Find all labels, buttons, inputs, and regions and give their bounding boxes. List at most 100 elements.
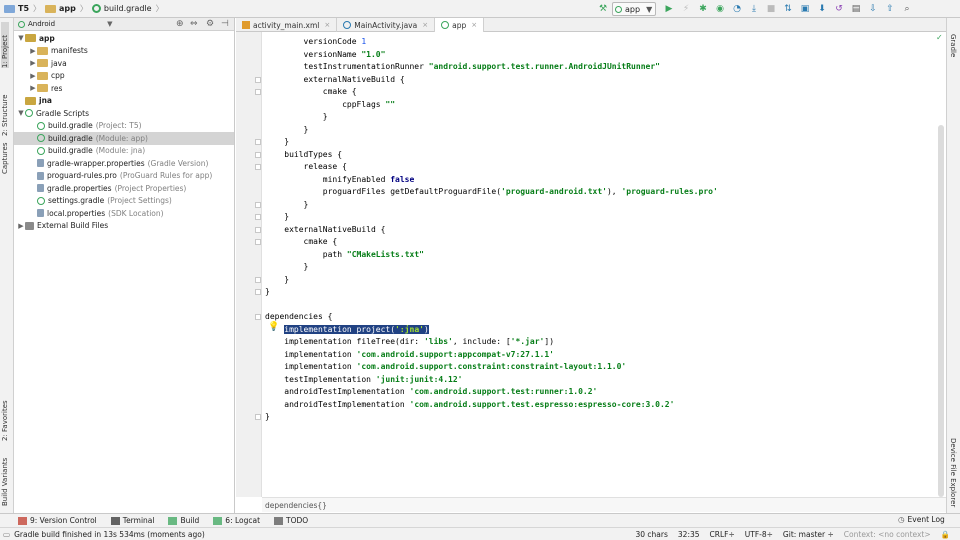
avd-manager-icon[interactable]: ▣ bbox=[798, 2, 812, 16]
layout-inspector-icon[interactable]: ▤ bbox=[849, 2, 863, 16]
tool-tab-captures[interactable]: Captures bbox=[1, 136, 9, 174]
status-context[interactable]: Context: <no context> bbox=[844, 530, 931, 539]
fold-marker[interactable] bbox=[255, 76, 261, 83]
editor-tab[interactable]: MainActivity.java × bbox=[337, 18, 436, 32]
fold-marker[interactable] bbox=[255, 201, 261, 208]
expand-arrow-icon[interactable]: ▶ bbox=[29, 47, 37, 55]
tree-item-label: manifests bbox=[51, 46, 88, 56]
tree-item[interactable]: build.gradle (Module: jna) bbox=[14, 145, 234, 158]
scroll-from-source-icon[interactable]: ⊕ bbox=[176, 19, 184, 29]
expand-arrow-icon[interactable]: ▶ bbox=[29, 59, 37, 67]
search-icon[interactable]: ⌕ bbox=[900, 2, 914, 16]
status-encoding[interactable]: UTF-8÷ bbox=[745, 530, 773, 539]
fold-marker[interactable] bbox=[255, 151, 261, 158]
tool-window-button[interactable]: TODO bbox=[274, 516, 308, 525]
tree-item[interactable]: ▶ res bbox=[14, 82, 234, 95]
run-icon[interactable]: ▶ bbox=[662, 2, 676, 16]
tree-item[interactable]: local.properties (SDK Location) bbox=[14, 207, 234, 220]
editor-scrollbar[interactable] bbox=[938, 125, 944, 497]
debug-icon[interactable]: ✱ bbox=[696, 2, 710, 16]
event-log-button[interactable]: ◷ Event Log bbox=[898, 515, 945, 524]
tree-item[interactable]: jna bbox=[14, 95, 234, 108]
fold-marker[interactable] bbox=[255, 414, 261, 420]
tree-item[interactable]: ▶ cpp bbox=[14, 70, 234, 83]
tree-item[interactable]: gradle.properties (Project Properties) bbox=[14, 182, 234, 195]
tool-window-button[interactable]: 9: Version Control bbox=[18, 516, 97, 525]
gear-icon[interactable]: ⚙ bbox=[206, 19, 214, 29]
gradle-icon bbox=[441, 21, 450, 29]
profile-icon[interactable]: ◔ bbox=[730, 2, 744, 16]
tool-window-icon bbox=[110, 516, 120, 525]
run-config-select[interactable]: app ▼ bbox=[612, 2, 656, 16]
tree-item[interactable]: proguard-rules.pro (ProGuard Rules for ap… bbox=[14, 170, 234, 183]
close-tab-icon[interactable]: × bbox=[471, 21, 477, 29]
tree-item[interactable]: ▼ Gradle Scripts bbox=[14, 107, 234, 120]
fold-marker[interactable] bbox=[255, 164, 261, 170]
sync-gradle-icon[interactable]: ⇅ bbox=[781, 2, 795, 16]
tree-item[interactable]: build.gradle (Project: T5) bbox=[14, 120, 234, 133]
close-tab-icon[interactable]: × bbox=[324, 21, 330, 29]
close-tab-icon[interactable]: × bbox=[422, 21, 428, 29]
hide-panel-icon[interactable]: ⊣ bbox=[221, 19, 229, 29]
tree-item[interactable]: gradle-wrapper.properties (Gradle Version… bbox=[14, 157, 234, 170]
stop-icon[interactable]: ■ bbox=[764, 2, 778, 16]
tree-item[interactable]: ▶ java bbox=[14, 57, 234, 70]
tool-tab-favorites[interactable]: 2: Favorites bbox=[1, 393, 9, 441]
nav-crumb-project[interactable]: T5 〉 bbox=[4, 3, 41, 14]
view-dropdown-icon[interactable]: ▼ bbox=[107, 20, 112, 28]
nav-crumb-module[interactable]: app 〉 bbox=[45, 3, 88, 14]
expand-arrow-icon[interactable]: ▶ bbox=[29, 84, 37, 92]
sdk-manager-icon[interactable]: ⬇ bbox=[815, 2, 829, 16]
status-message[interactable]: Gradle build finished in 13s 534ms (mome… bbox=[14, 530, 205, 539]
vcs-commit-icon[interactable]: ⇧ bbox=[883, 2, 897, 16]
tool-window-button[interactable]: Terminal bbox=[110, 516, 154, 525]
vcs-update-icon[interactable]: ⇩ bbox=[866, 2, 880, 16]
make-project-button[interactable]: ⚒ bbox=[596, 2, 613, 16]
tree-item-label: gradle-wrapper.properties bbox=[47, 158, 145, 168]
tree-item[interactable]: ▼ app bbox=[14, 32, 234, 45]
tool-tab-project[interactable]: 1: Project bbox=[1, 22, 9, 68]
expand-arrow-icon[interactable]: ▼ bbox=[17, 34, 25, 42]
project-view-select[interactable]: Android bbox=[28, 20, 55, 28]
tool-tab-structure[interactable]: 2: Structure bbox=[1, 78, 9, 136]
tool-tab-device-file-explorer[interactable]: Device File Explorer bbox=[949, 438, 957, 507]
tree-item[interactable]: ▶ manifests bbox=[14, 45, 234, 58]
tool-window-button[interactable]: 6: Logcat bbox=[213, 516, 260, 525]
fold-marker[interactable] bbox=[255, 239, 261, 245]
intention-bulb-icon[interactable]: 💡 bbox=[268, 322, 279, 332]
expand-arrow-icon[interactable]: ▶ bbox=[29, 72, 37, 80]
tool-tab-gradle[interactable]: Gradle bbox=[949, 34, 957, 57]
collapse-all-icon[interactable]: ⇔ bbox=[190, 19, 198, 29]
fold-marker[interactable] bbox=[255, 314, 261, 320]
expand-arrow-icon[interactable]: ▶ bbox=[17, 222, 25, 230]
undo-icon[interactable]: ↺ bbox=[832, 2, 846, 16]
tool-window-button[interactable]: Build bbox=[168, 516, 199, 525]
nav-crumb-file[interactable]: build.gradle 〉 bbox=[91, 3, 164, 14]
code-line: testImplementation 'junit:junit:4.12' bbox=[265, 374, 463, 384]
tool-window-icon bbox=[18, 516, 27, 525]
status-line-separator[interactable]: CRLF÷ bbox=[710, 530, 735, 539]
editor-tab[interactable]: app × bbox=[435, 18, 485, 32]
editor-tab-label: MainActivity.java bbox=[354, 20, 418, 30]
fold-marker[interactable] bbox=[255, 214, 261, 220]
editor-tab[interactable]: activity_main.xml × bbox=[236, 18, 338, 32]
fold-marker[interactable] bbox=[255, 289, 261, 295]
fold-marker[interactable] bbox=[255, 276, 261, 283]
code-line: path "CMakeLists.txt" bbox=[265, 249, 424, 259]
attach-debugger-icon[interactable]: ⤓ bbox=[747, 2, 761, 16]
fold-marker[interactable] bbox=[255, 139, 261, 145]
status-position[interactable]: 32:35 bbox=[678, 530, 700, 539]
editor-breadcrumb[interactable]: dependencies{} bbox=[262, 497, 946, 512]
apply-changes-icon[interactable]: ⚡ bbox=[679, 2, 693, 16]
tree-item[interactable]: ▶ External Build Files bbox=[14, 220, 234, 233]
tree-item[interactable]: build.gradle (Module: app) bbox=[14, 132, 234, 145]
tool-tab-build-variants[interactable]: Build Variants bbox=[1, 448, 9, 506]
coverage-icon[interactable]: ◉ bbox=[713, 2, 727, 16]
fold-marker[interactable] bbox=[255, 226, 261, 233]
code-editor[interactable]: versionCode 1 versionName "1.0" testInst… bbox=[262, 32, 946, 497]
tree-item[interactable]: settings.gradle (Project Settings) bbox=[14, 195, 234, 208]
fold-marker[interactable] bbox=[255, 89, 261, 95]
status-git-branch[interactable]: Git: master ÷ bbox=[783, 530, 834, 539]
lock-icon[interactable]: 🔒 bbox=[941, 530, 950, 539]
expand-arrow-icon[interactable]: ▼ bbox=[17, 109, 25, 117]
